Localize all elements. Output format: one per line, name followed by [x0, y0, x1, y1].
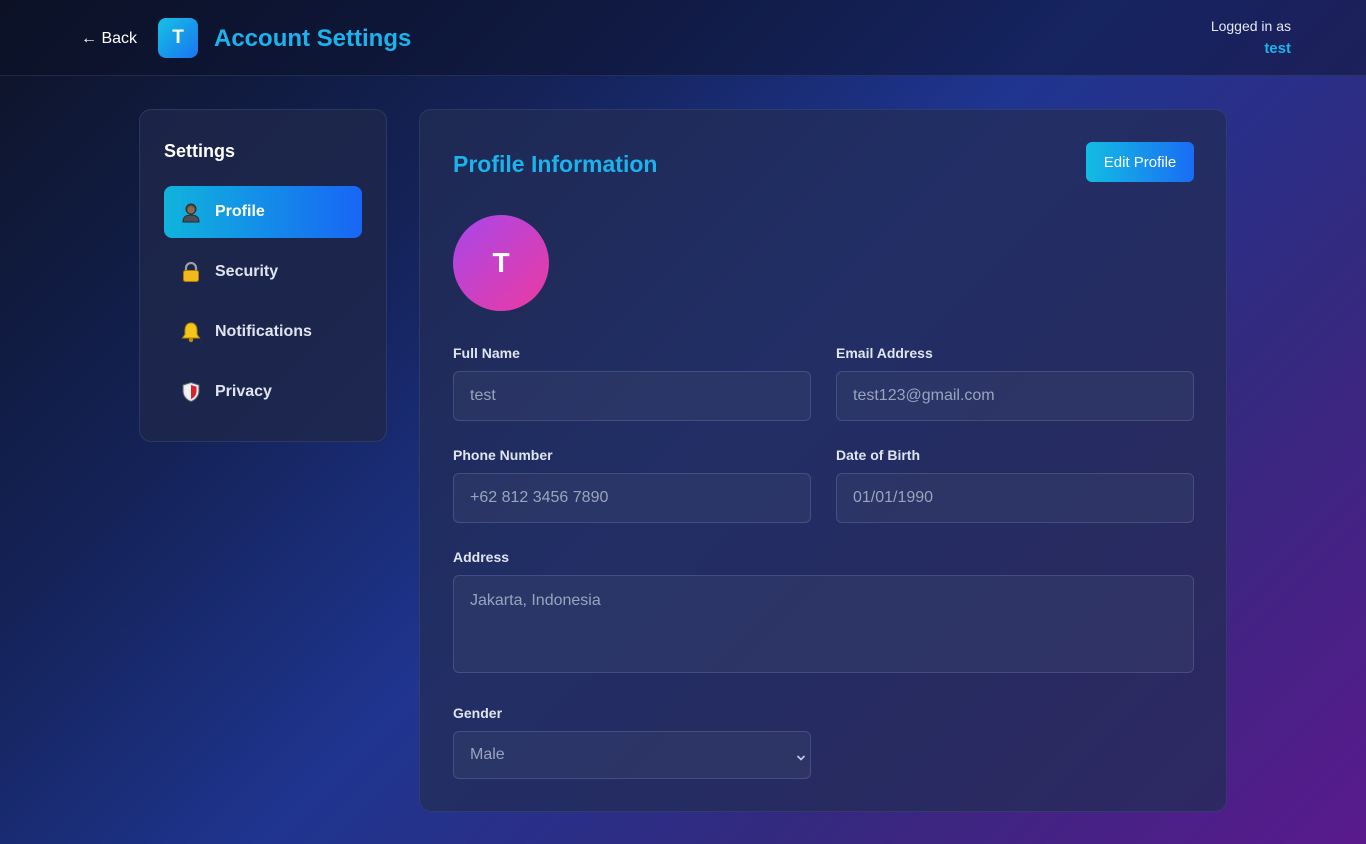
- email-label: Email Address: [836, 345, 933, 361]
- settings-sidebar: Settings Profile Security Notifications …: [139, 109, 387, 442]
- phone-field[interactable]: +62 812 3456 7890: [453, 473, 811, 523]
- full-name-label: Full Name: [453, 345, 520, 361]
- sidebar-item-label: Notifications: [215, 323, 312, 340]
- full-name-field[interactable]: test: [453, 371, 811, 421]
- chevron-down-icon: [796, 750, 806, 761]
- sidebar-title: Settings: [164, 141, 236, 161]
- gender-value: Male: [470, 746, 505, 763]
- sidebar-item-notifications[interactable]: Notifications: [164, 306, 362, 358]
- top-bar: ← Back T Account Settings Logged in as t…: [0, 0, 1366, 76]
- edit-profile-button[interactable]: Edit Profile: [1086, 142, 1194, 182]
- person-icon: [180, 201, 202, 223]
- bell-icon: [180, 321, 202, 343]
- logged-in-username: test: [1264, 40, 1291, 57]
- app-logo: T: [158, 18, 198, 58]
- dob-label: Date of Birth: [836, 447, 920, 463]
- sidebar-item-label: Profile: [215, 203, 265, 220]
- sidebar-item-label: Privacy: [215, 383, 272, 400]
- address-label: Address: [453, 549, 510, 565]
- gender-label: Gender: [453, 705, 503, 721]
- sidebar-item-label: Security: [215, 263, 279, 280]
- profile-card: Profile Information Edit Profile T Full …: [419, 109, 1227, 812]
- shield-icon: [180, 381, 202, 403]
- lock-icon: [180, 261, 202, 283]
- back-link[interactable]: ← Back: [81, 29, 137, 49]
- dob-field[interactable]: 01/01/1990: [836, 473, 1194, 523]
- email-field[interactable]: test123@gmail.com: [836, 371, 1194, 421]
- logged-in-label: Logged in as: [1210, 18, 1291, 34]
- page-title: Account Settings: [214, 25, 412, 52]
- sidebar-item-security[interactable]: Security: [164, 246, 362, 298]
- avatar: T: [453, 215, 549, 311]
- address-field[interactable]: Jakarta, Indonesia: [453, 575, 1194, 673]
- gender-select[interactable]: Male: [453, 731, 811, 779]
- sidebar-item-profile[interactable]: Profile: [164, 186, 362, 238]
- sidebar-item-privacy[interactable]: Privacy: [164, 366, 362, 418]
- profile-title: Profile Information: [453, 151, 658, 177]
- phone-label: Phone Number: [453, 447, 553, 463]
